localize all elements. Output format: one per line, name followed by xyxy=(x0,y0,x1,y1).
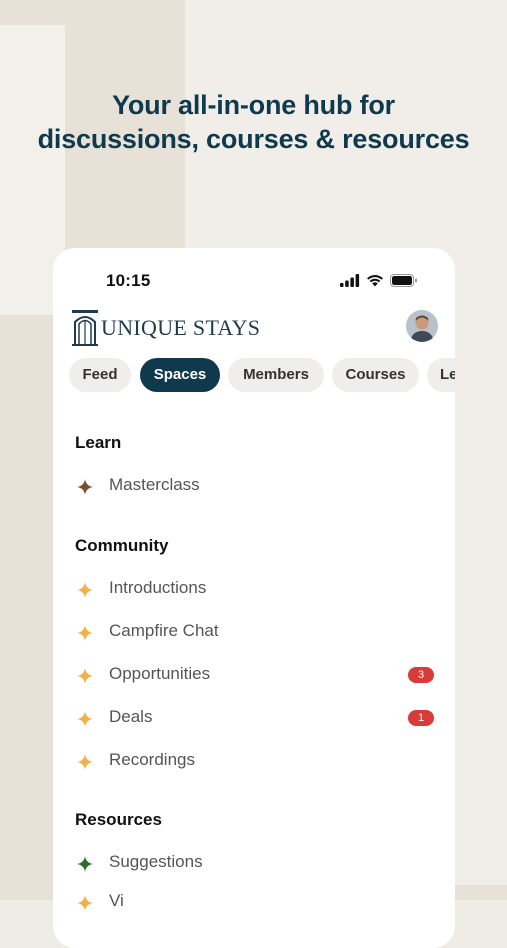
sparkle-icon xyxy=(77,668,93,684)
space-item-campfire-chat[interactable]: Campfire Chat xyxy=(75,621,435,645)
unread-badge: 1 xyxy=(408,710,434,726)
headline-line-2: discussions, courses & resources xyxy=(37,124,470,154)
battery-icon xyxy=(390,274,417,287)
space-label: Suggestions xyxy=(109,852,203,871)
space-label: Recordings xyxy=(109,750,195,769)
wifi-icon xyxy=(367,275,383,287)
status-bar: 10:15 xyxy=(53,248,455,308)
space-item-masterclass[interactable]: Masterclass xyxy=(75,475,435,499)
unread-badge: 3 xyxy=(408,667,434,683)
phone-screen: 10:15 UNIQUE STAYS Feed Spaces Members C… xyxy=(53,248,455,948)
status-time: 10:15 xyxy=(106,271,151,290)
space-item-introductions[interactable]: Introductions xyxy=(75,578,435,602)
sparkle-icon xyxy=(77,895,93,911)
signal-icon xyxy=(340,274,360,287)
space-item-opportunities[interactable]: Opportunities 3 xyxy=(75,664,435,688)
promo-headline: Your all-in-one hub for discussions, cou… xyxy=(0,88,507,156)
headline-line-1: Your all-in-one hub for xyxy=(112,90,395,120)
sparkle-icon xyxy=(77,856,93,872)
sparkle-icon xyxy=(77,711,93,727)
space-item-partial[interactable]: Vi xyxy=(75,891,435,915)
sparkle-icon xyxy=(77,754,93,770)
brand-name: UNIQUE STAYS xyxy=(101,315,261,340)
space-label: Vi xyxy=(109,891,124,910)
section-title-learn: Learn xyxy=(75,433,122,452)
space-label: Opportunities xyxy=(109,664,211,683)
arch-door-icon xyxy=(72,310,98,346)
tab-feed[interactable]: Feed xyxy=(69,358,131,392)
avatar-image xyxy=(406,310,438,342)
space-label: Campfire Chat xyxy=(109,621,219,640)
sparkle-icon xyxy=(77,582,93,598)
sparkle-icon xyxy=(77,625,93,641)
space-label: Masterclass xyxy=(109,475,200,494)
section-title-community: Community xyxy=(75,536,169,555)
section-title-resources: Resources xyxy=(75,810,162,829)
tab-more[interactable]: Le xyxy=(427,358,455,392)
space-item-deals[interactable]: Deals 1 xyxy=(75,707,435,731)
nav-tabs: Feed Spaces Members Courses Le xyxy=(69,358,455,392)
tab-courses[interactable]: Courses xyxy=(332,358,419,392)
background-corner xyxy=(455,885,507,900)
space-item-recordings[interactable]: Recordings xyxy=(75,750,435,774)
user-avatar[interactable] xyxy=(406,310,438,342)
space-label: Deals xyxy=(109,707,153,726)
space-item-suggestions[interactable]: Suggestions xyxy=(75,852,435,876)
tab-spaces[interactable]: Spaces xyxy=(140,358,220,392)
sparkle-icon xyxy=(77,479,93,495)
tab-members[interactable]: Members xyxy=(228,358,324,392)
space-label: Introductions xyxy=(109,578,207,597)
